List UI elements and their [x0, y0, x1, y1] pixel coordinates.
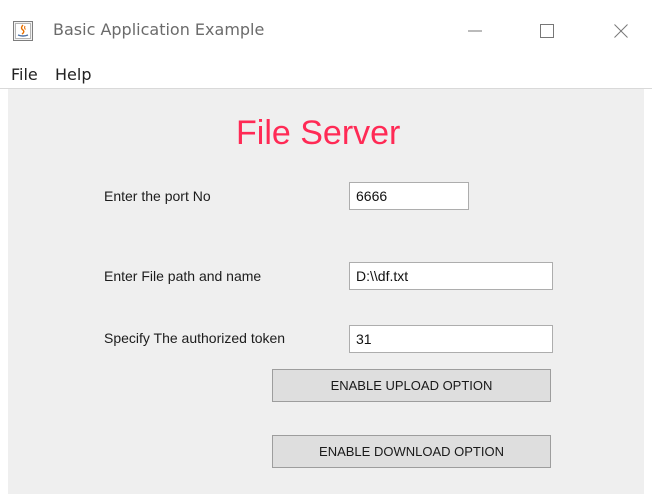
main-panel: File Server Enter the port No Enter File… — [8, 89, 644, 494]
enable-download-button[interactable]: ENABLE DOWNLOAD OPTION — [272, 435, 551, 468]
application-window: Basic Application Example File Help File… — [0, 0, 652, 501]
token-input[interactable] — [349, 325, 553, 353]
close-button[interactable] — [598, 14, 644, 48]
token-label: Specify The authorized token — [104, 330, 286, 346]
enable-upload-button[interactable]: ENABLE UPLOAD OPTION — [272, 369, 551, 402]
maximize-button[interactable] — [524, 14, 570, 48]
title-bar[interactable]: Basic Application Example — [0, 0, 652, 60]
minimize-icon — [468, 30, 482, 32]
port-label: Enter the port No — [104, 188, 211, 204]
file-path-label: Enter File path and name — [104, 268, 262, 284]
maximize-icon — [540, 24, 554, 38]
minimize-button[interactable] — [452, 14, 498, 48]
page-title: File Server — [236, 114, 401, 152]
window-title: Basic Application Example — [53, 20, 265, 39]
menu-file[interactable]: File — [11, 65, 38, 84]
menu-bar: File Help — [0, 60, 652, 89]
port-input[interactable] — [349, 182, 469, 210]
java-app-icon — [13, 21, 33, 41]
file-path-input[interactable] — [349, 262, 553, 290]
close-icon — [614, 24, 628, 38]
menu-help[interactable]: Help — [55, 65, 91, 84]
